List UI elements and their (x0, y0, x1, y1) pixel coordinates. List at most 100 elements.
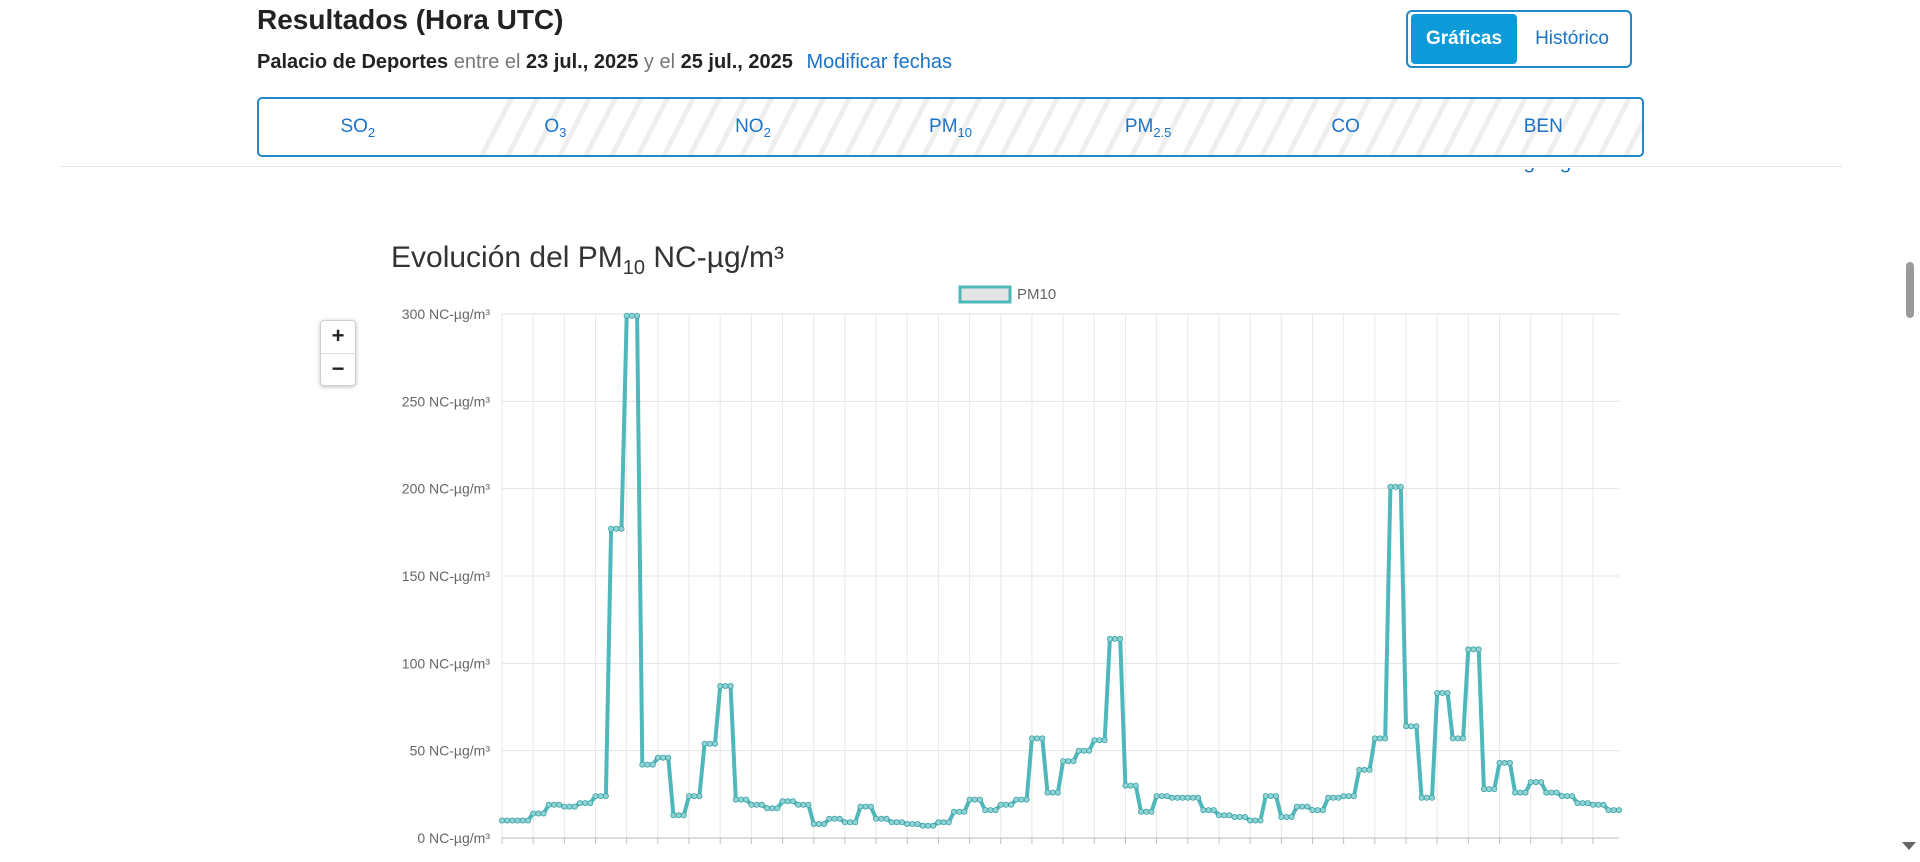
data-point[interactable] (977, 796, 984, 803)
data-point[interactable] (1028, 735, 1035, 742)
data-point[interactable] (587, 800, 594, 807)
data-point[interactable] (680, 812, 687, 819)
data-point[interactable] (1184, 794, 1191, 801)
data-point[interactable] (634, 312, 641, 319)
data-point[interactable] (1319, 807, 1326, 814)
data-point[interactable] (1522, 789, 1529, 796)
data-point[interactable] (540, 810, 547, 817)
data-point[interactable] (1304, 803, 1311, 810)
data-point[interactable] (1517, 789, 1524, 796)
data-point[interactable] (1200, 807, 1207, 814)
data-point[interactable] (717, 683, 724, 690)
data-point[interactable] (1465, 646, 1472, 653)
data-point[interactable] (1190, 794, 1197, 801)
data-point[interactable] (1096, 737, 1103, 744)
data-point[interactable] (504, 817, 511, 824)
data-point[interactable] (1454, 735, 1461, 742)
data-point[interactable] (1480, 786, 1487, 793)
data-point[interactable] (1257, 817, 1264, 824)
pollutant-tab-6[interactable]: BEN (1444, 99, 1642, 155)
data-point[interactable] (545, 801, 552, 808)
data-point[interactable] (1044, 789, 1051, 796)
data-point[interactable] (925, 822, 932, 829)
data-point[interactable] (1070, 758, 1077, 765)
data-point[interactable] (1595, 801, 1602, 808)
data-point[interactable] (753, 801, 760, 808)
data-point[interactable] (1127, 782, 1134, 789)
data-point[interactable] (1600, 801, 1607, 808)
data-point[interactable] (706, 740, 713, 747)
data-point[interactable] (1278, 814, 1285, 821)
data-point[interactable] (1548, 789, 1555, 796)
scrollbar-thumb[interactable] (1906, 262, 1914, 318)
data-point[interactable] (1086, 747, 1093, 754)
data-point[interactable] (1325, 794, 1332, 801)
data-point[interactable] (696, 793, 703, 800)
data-point[interactable] (1252, 817, 1259, 824)
data-point[interactable] (847, 819, 854, 826)
data-point[interactable] (1158, 793, 1165, 800)
data-point[interactable] (810, 821, 817, 828)
data-point[interactable] (1262, 793, 1269, 800)
data-point[interactable] (1553, 789, 1560, 796)
data-point[interactable] (639, 761, 646, 768)
data-point[interactable] (1049, 789, 1056, 796)
data-point[interactable] (878, 815, 885, 822)
data-point[interactable] (623, 312, 630, 319)
data-point[interactable] (712, 740, 719, 747)
data-point[interactable] (670, 812, 677, 819)
data-point[interactable] (1205, 807, 1212, 814)
legend-label[interactable]: PM10 (1017, 286, 1056, 303)
data-point[interactable] (784, 798, 791, 805)
data-point[interactable] (774, 805, 781, 812)
data-point[interactable] (535, 810, 542, 817)
data-point[interactable] (1216, 812, 1223, 819)
data-point[interactable] (1413, 723, 1420, 730)
data-point[interactable] (1179, 794, 1186, 801)
data-point[interactable] (1226, 812, 1233, 819)
data-point[interactable] (1491, 786, 1498, 793)
data-point[interactable] (1543, 789, 1550, 796)
data-point[interactable] (961, 808, 968, 815)
data-point[interactable] (1122, 782, 1129, 789)
data-point[interactable] (940, 819, 947, 826)
data-point[interactable] (764, 805, 771, 812)
scroll-down-arrow[interactable] (1902, 842, 1916, 850)
data-point[interactable] (1475, 646, 1482, 653)
data-point[interactable] (618, 525, 625, 532)
data-point[interactable] (1164, 793, 1171, 800)
data-point[interactable] (1060, 758, 1067, 765)
data-point[interactable] (914, 821, 921, 828)
pollutant-tab-4[interactable]: PM2.5 (1049, 99, 1247, 155)
data-point[interactable] (857, 803, 864, 810)
data-point[interactable] (1080, 747, 1087, 754)
data-point[interactable] (1590, 801, 1597, 808)
data-point[interactable] (1236, 814, 1243, 821)
data-point[interactable] (1335, 794, 1342, 801)
data-point[interactable] (613, 525, 620, 532)
data-point[interactable] (821, 821, 828, 828)
data-point[interactable] (1439, 690, 1446, 697)
data-point[interactable] (992, 807, 999, 814)
data-point[interactable] (997, 801, 1004, 808)
pollutant-tab-1[interactable]: O3 (457, 99, 655, 155)
data-point[interactable] (904, 821, 911, 828)
data-point[interactable] (1605, 807, 1612, 814)
data-point[interactable] (608, 525, 615, 532)
data-point[interactable] (971, 796, 978, 803)
data-point[interactable] (1361, 766, 1368, 773)
data-point[interactable] (509, 817, 516, 824)
pollutant-tab-5[interactable]: CO (1247, 99, 1445, 155)
data-point[interactable] (1283, 814, 1290, 821)
data-point[interactable] (1330, 794, 1337, 801)
data-point[interactable] (930, 822, 937, 829)
data-point[interactable] (1273, 793, 1280, 800)
data-point[interactable] (519, 817, 526, 824)
data-point[interactable] (1418, 794, 1425, 801)
data-point[interactable] (556, 801, 563, 808)
data-point[interactable] (660, 754, 667, 761)
pollutant-tab-2[interactable]: NO2 (654, 99, 852, 155)
data-point[interactable] (1506, 759, 1513, 766)
data-point[interactable] (1610, 807, 1617, 814)
data-point[interactable] (1616, 807, 1623, 814)
